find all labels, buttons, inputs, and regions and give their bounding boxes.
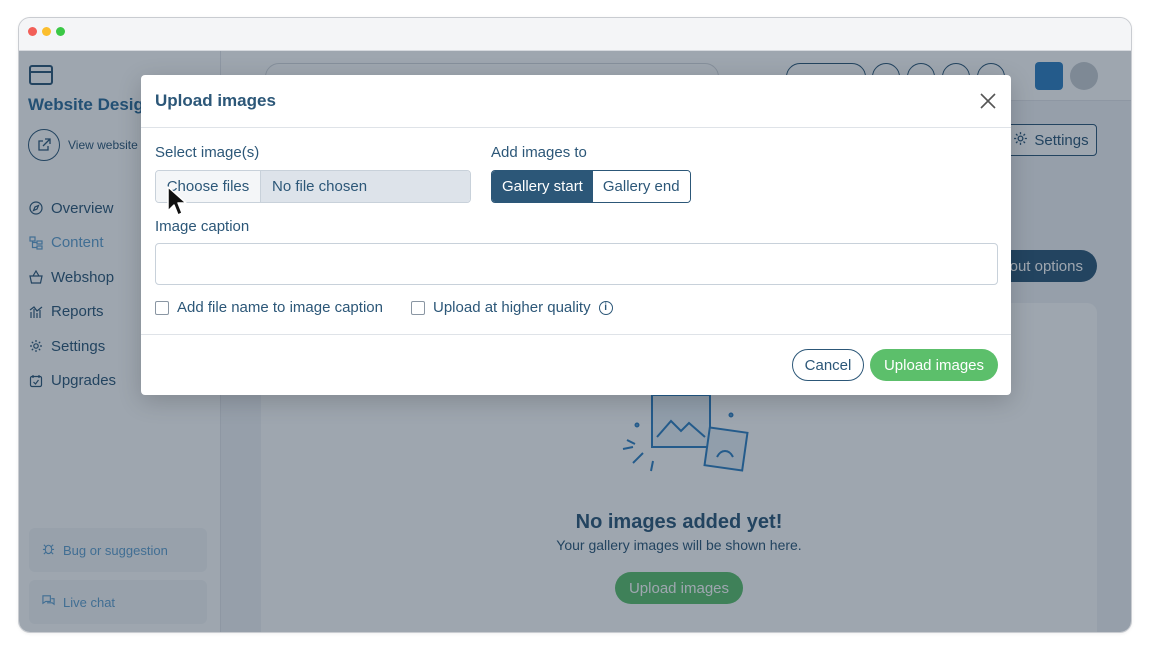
maximize-window-dot[interactable]	[56, 27, 65, 36]
close-window-dot[interactable]	[28, 27, 37, 36]
file-status-text: No file chosen	[261, 171, 470, 202]
file-input[interactable]: Choose files No file chosen	[155, 170, 471, 203]
select-images-label: Select image(s)	[155, 144, 260, 161]
add-images-to-label: Add images to	[491, 144, 587, 161]
close-button[interactable]	[977, 90, 999, 112]
higher-quality-checkbox[interactable]	[411, 300, 425, 315]
image-caption-label: Image caption	[155, 218, 250, 235]
dialog-title: Upload images	[155, 91, 276, 110]
higher-quality-label: Upload at higher quality	[433, 299, 591, 316]
browser-window: Website Design View website Overview Con…	[18, 17, 1132, 633]
filename-caption-checkbox[interactable]	[155, 300, 169, 315]
minimize-window-dot[interactable]	[42, 27, 51, 36]
gallery-end-option[interactable]: Gallery end	[592, 171, 690, 202]
filename-caption-option[interactable]: Add file name to image caption	[155, 299, 383, 316]
upload-images-dialog: Upload images Select image(s) Choose fil…	[141, 75, 1011, 395]
cancel-button[interactable]: Cancel	[792, 349, 864, 381]
gallery-start-option[interactable]: Gallery start	[492, 171, 593, 202]
upload-images-button[interactable]: Upload images	[870, 349, 998, 381]
filename-caption-label: Add file name to image caption	[177, 299, 383, 316]
title-bar	[19, 18, 1131, 51]
dialog-footer: Cancel Upload images	[141, 334, 1011, 395]
dialog-header: Upload images	[141, 75, 1011, 128]
info-icon[interactable]: i	[598, 300, 613, 315]
image-caption-input[interactable]	[155, 243, 998, 285]
gallery-position-toggle: Gallery start Gallery end	[491, 170, 691, 203]
app: Website Design View website Overview Con…	[19, 51, 1131, 632]
higher-quality-option[interactable]: Upload at higher quality i	[411, 299, 613, 316]
close-icon	[980, 93, 996, 109]
mouse-pointer-icon	[167, 186, 187, 216]
